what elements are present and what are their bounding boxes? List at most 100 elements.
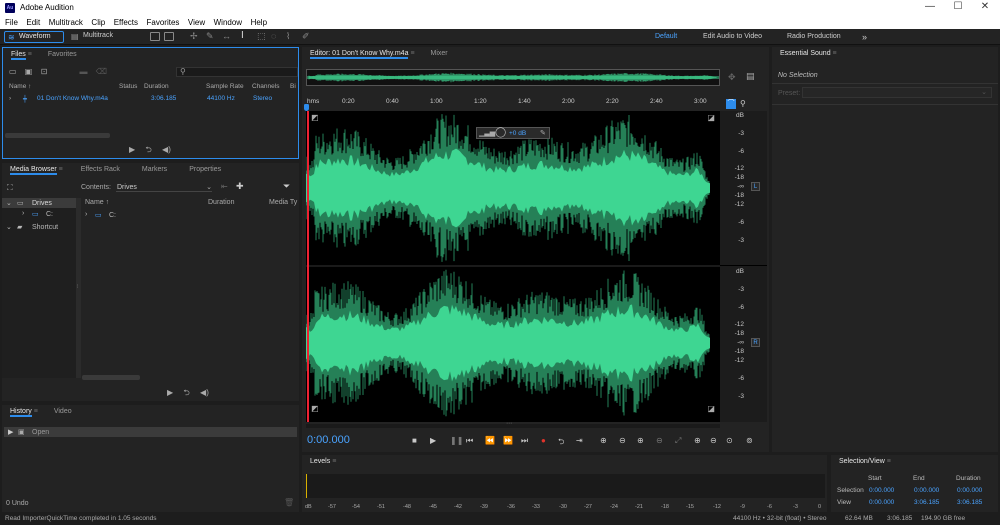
menu-effects[interactable]: Effects [114, 16, 138, 29]
files-search-input[interactable]: ⚲ [176, 67, 298, 77]
col-status[interactable]: Status [119, 83, 137, 90]
loop-icon[interactable]: ⮌ [183, 388, 189, 397]
maximize-button[interactable]: ☐ [943, 1, 973, 12]
tab-media-browser[interactable]: Media Browser ≡ [2, 163, 71, 177]
workspace-radio-production[interactable]: Radio Production [787, 31, 841, 43]
tab-properties[interactable]: Properties [181, 163, 229, 177]
pin-icon[interactable]: ✎ [540, 129, 546, 137]
new-file-icon[interactable]: ▭ [9, 67, 17, 76]
snap-icon[interactable]: ⌒ [726, 99, 736, 109]
workspace-edit-audio-to-video[interactable]: Edit Audio to Video [703, 31, 762, 43]
time-selection-tool-icon[interactable]: I [241, 30, 244, 41]
marquee-tool-icon[interactable]: ⬚ [257, 31, 266, 42]
gain-knob-icon[interactable]: ◯ [495, 127, 506, 138]
razor-tool-icon[interactable]: ✎ [206, 31, 214, 42]
pause-button[interactable]: ❚❚ [450, 436, 463, 445]
playhead-handle[interactable] [304, 104, 309, 111]
tab-markers[interactable]: Markers [134, 163, 175, 177]
tree-item-shortcut[interactable]: ⌄ ▰ Shortcut [2, 222, 76, 232]
channel-right-toggle[interactable]: R [751, 338, 760, 347]
spectral-display-icon[interactable] [150, 32, 160, 41]
workspace-more-button[interactable]: » [862, 31, 867, 43]
tab-favorites[interactable]: Favorites [40, 48, 85, 62]
tab-history[interactable]: History ≡ [2, 405, 46, 419]
waveform-view-button[interactable]: ≋ Waveform [4, 31, 64, 43]
editor-horizontal-scrollbar[interactable]: ⋯ [306, 421, 720, 428]
tab-essential-sound[interactable]: Essential Sound ≡ [772, 47, 845, 61]
col-media-type[interactable]: Media Ty [269, 199, 297, 206]
autoplay-icon[interactable]: ◀) [162, 145, 171, 154]
panel-splitter[interactable]: ⁞ [76, 198, 81, 378]
time-ruler[interactable]: hms 0:20 0:40 1:00 1:20 1:40 2:00 2:20 2… [306, 98, 720, 108]
close-button[interactable]: ✕ [970, 1, 1000, 12]
import-file-icon[interactable]: ⊡ [41, 67, 48, 76]
zoom-out-full-icon[interactable]: ⤢ [675, 436, 681, 446]
fast-forward-button[interactable]: ⏩ [503, 436, 513, 445]
zoom-in-at-playhead-icon[interactable]: ⊕ [694, 436, 701, 445]
fade-in-handle-icon[interactable]: ◩ [311, 113, 319, 122]
menu-favorites[interactable]: Favorites [147, 16, 180, 29]
tree-item-drives[interactable]: ⌄ ▭ Drives [2, 198, 76, 208]
expand-chevron-icon[interactable]: › [9, 95, 11, 102]
view-end[interactable]: 3:06.185 [914, 499, 939, 506]
loop-playback-button[interactable]: ⮌ [558, 436, 564, 450]
tab-levels[interactable]: Levels ≡ [302, 455, 344, 469]
workspace-default[interactable]: Default [655, 31, 677, 43]
tab-files[interactable]: Files ≡ [3, 48, 40, 62]
go-to-start-button[interactable]: ⏮ [466, 436, 473, 446]
tab-selection-view[interactable]: Selection/View ≡ [831, 455, 899, 469]
filter-icon[interactable]: ⏷ [283, 181, 290, 192]
menu-clip[interactable]: Clip [91, 16, 105, 29]
zoom-in-amplitude-icon[interactable]: ⊕ [600, 436, 607, 445]
fade-out-handle-icon[interactable]: ◪ [707, 404, 715, 413]
add-icon[interactable]: ✚ [236, 181, 244, 192]
rewind-button[interactable]: ⏪ [485, 436, 495, 445]
zoom-out-at-playhead-icon[interactable]: ⊖ [710, 436, 717, 445]
pin-icon[interactable]: ⚲ [740, 99, 746, 108]
contents-dropdown[interactable]: Drives ⌄ [116, 182, 212, 192]
minimize-button[interactable]: — [915, 1, 945, 12]
tab-editor[interactable]: Editor: 01 Don't Know Why.m4a ≡ [302, 47, 423, 61]
brush-tool-icon[interactable]: ⌇ [286, 31, 290, 42]
tab-video[interactable]: Video [46, 405, 80, 419]
zoom-full-icon[interactable]: ⊚ [746, 436, 753, 445]
preset-dropdown[interactable]: ⌄ [802, 87, 992, 98]
zoom-out-time-icon[interactable]: ⊖ [656, 436, 663, 445]
add-shortcut-icon[interactable]: ⛶ [7, 183, 13, 193]
selection-start[interactable]: 0:00.000 [869, 487, 894, 494]
move-tool-icon[interactable]: ✢ [190, 31, 198, 42]
selection-duration[interactable]: 0:00.000 [957, 487, 982, 494]
waveform-overview[interactable] [306, 69, 720, 86]
current-time-display[interactable]: 0:00.000 [307, 434, 350, 446]
table-row[interactable]: › ┿ 01 Don't Know Why.m4a 3:06.185 44100… [3, 95, 298, 106]
play-button[interactable]: ▶ [430, 436, 436, 445]
menu-multitrack[interactable]: Multitrack [49, 16, 83, 29]
view-duration[interactable]: 3:06.185 [957, 499, 982, 506]
col-channels[interactable]: Channels [252, 83, 279, 90]
selection-end[interactable]: 0:00.000 [914, 487, 939, 494]
go-to-end-button[interactable]: ⏭ [521, 436, 528, 446]
waveform-display[interactable]: ▁▃▅ ◯ +0 dB ✎ ◩ ◪ ◩ ◪ [306, 111, 720, 422]
tree-item-c[interactable]: › ▭ C: [2, 209, 76, 219]
list-item[interactable]: › ▭ C: [81, 210, 299, 220]
fade-in-handle-icon[interactable]: ◩ [311, 404, 319, 413]
menu-view[interactable]: View [188, 16, 205, 29]
col-name[interactable]: Name ↑ [85, 199, 109, 206]
zoom-overview-icon[interactable]: ✥ [728, 72, 736, 83]
history-item[interactable]: ▶ ▣ Open [4, 427, 297, 437]
autoplay-icon[interactable]: ◀) [200, 388, 209, 397]
spot-healing-tool-icon[interactable]: ✐ [302, 31, 310, 42]
zoom-in-time-icon[interactable]: ⊕ [637, 436, 644, 445]
media-horizontal-scrollbar[interactable] [82, 375, 140, 380]
zoom-selection-icon[interactable]: ⊙ [726, 436, 733, 445]
menu-help[interactable]: Help [251, 16, 267, 29]
multitrack-view-button[interactable]: ▤ Multitrack [68, 31, 120, 43]
skip-selection-button[interactable]: ⇥ [576, 436, 583, 445]
tab-effects-rack[interactable]: Effects Rack [73, 163, 128, 177]
col-duration[interactable]: Duration [208, 199, 234, 206]
col-bits[interactable]: Bi [290, 83, 296, 90]
fade-out-handle-icon[interactable]: ◪ [707, 113, 715, 122]
col-duration[interactable]: Duration [144, 83, 169, 90]
menu-window[interactable]: Window [214, 16, 242, 29]
slip-tool-icon[interactable]: ↔ [222, 31, 231, 41]
